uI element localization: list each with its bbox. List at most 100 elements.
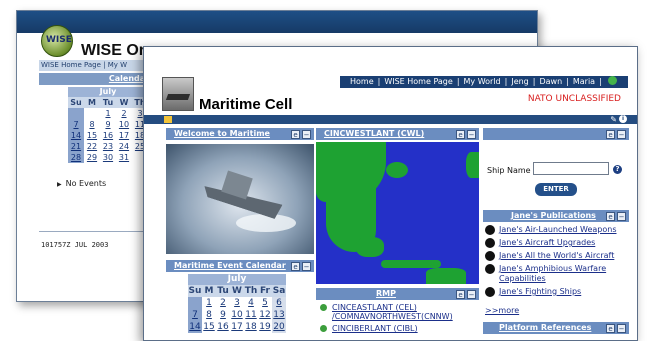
event-calendar-header: Maritime Event Calendar e − <box>166 260 314 272</box>
calendar-day[interactable]: 18 <box>244 321 258 333</box>
calendar-day[interactable]: 8 <box>84 119 100 130</box>
edit-icon[interactable]: e <box>456 130 465 139</box>
area-map[interactable] <box>316 142 479 284</box>
rmp-panel-title[interactable]: RMP <box>376 289 396 298</box>
calendar-day[interactable]: 30 <box>100 152 116 163</box>
rmp-link[interactable]: CINCIBERLANT (CIBL) <box>320 324 479 333</box>
nav-link[interactable]: My World <box>464 77 501 86</box>
minimize-icon[interactable]: − <box>467 130 476 139</box>
ship-search-header: e − <box>483 128 629 140</box>
calendar-day[interactable]: 17 <box>230 321 244 333</box>
page-title: Maritime Cell <box>199 96 293 113</box>
calendar-month[interactable]: July <box>68 87 148 97</box>
calendar-day[interactable]: 9 <box>100 119 116 130</box>
calendar-day[interactable]: 1 <box>202 297 216 309</box>
weekday-label: Su <box>68 97 84 108</box>
minimize-icon[interactable]: − <box>302 130 311 139</box>
calendar-day[interactable]: 13 <box>272 309 286 321</box>
more-link[interactable]: >>more <box>485 306 629 315</box>
publication-link[interactable]: Jane's Amphibious Warfare Capabilities <box>485 264 629 284</box>
calendar-day[interactable]: 21 <box>68 141 84 152</box>
calendar-day[interactable]: 14 <box>68 130 84 141</box>
calendar-day[interactable]: 4 <box>244 297 258 309</box>
calendar-day[interactable]: 2 <box>116 108 132 119</box>
calendar-day[interactable]: 22 <box>84 141 100 152</box>
publication-link[interactable]: Jane's Fighting Ships <box>485 287 629 297</box>
publications-list: Jane's Air-Launched Weapons Jane's Aircra… <box>483 225 629 297</box>
edit-icon[interactable]: e <box>291 262 300 271</box>
classification-banner: NATO UNCLASSIFIED <box>527 94 621 104</box>
calendar-day[interactable]: 15 <box>84 130 100 141</box>
weekday-label: Sa <box>272 285 286 297</box>
calendar-day[interactable]: 20 <box>272 321 286 333</box>
minimize-icon[interactable]: − <box>302 262 311 271</box>
calendar-day[interactable]: 23 <box>100 141 116 152</box>
tools-icon[interactable]: ✎ <box>610 115 617 124</box>
platform-references-title[interactable]: Platform References <box>499 323 591 332</box>
calendar-day[interactable]: 7 <box>68 119 84 130</box>
nav-separator: | <box>377 77 381 86</box>
calendar-day[interactable]: 16 <box>216 321 230 333</box>
weekday-label: Su <box>188 285 202 297</box>
calendar-day <box>84 108 100 119</box>
calendar-day[interactable]: 10 <box>230 309 244 321</box>
folder-icon[interactable] <box>164 116 172 123</box>
calendar-day[interactable]: 16 <box>100 130 116 141</box>
calendar-day[interactable]: 3 <box>230 297 244 309</box>
calendar-day[interactable]: 1 <box>100 108 116 119</box>
minimize-icon[interactable]: − <box>617 212 626 221</box>
calendar-day[interactable]: 24 <box>116 141 132 152</box>
nav-link[interactable]: Maria <box>573 77 595 86</box>
globe-icon <box>485 251 495 261</box>
welcome-panel-title[interactable]: Welcome to Maritime <box>174 129 270 138</box>
enter-button[interactable]: ENTER <box>535 183 577 196</box>
edit-icon[interactable]: e <box>606 212 615 221</box>
ship-name-input[interactable] <box>533 162 609 175</box>
edit-icon[interactable]: e <box>606 324 615 333</box>
window-titlebar[interactable] <box>17 11 537 33</box>
calendar-day[interactable]: 6 <box>272 297 286 309</box>
nav-link[interactable]: Home <box>350 77 374 86</box>
minimize-icon[interactable]: − <box>617 130 626 139</box>
publication-link[interactable]: Jane's Air-Launched Weapons <box>485 225 629 235</box>
calendar-day[interactable]: 28 <box>68 152 84 163</box>
nav-link[interactable]: Jeng <box>511 77 528 86</box>
calendar-day[interactable]: 14 <box>188 321 202 333</box>
calendar-day[interactable]: 19 <box>258 321 272 333</box>
publication-link[interactable]: Jane's Aircraft Upgrades <box>485 238 629 248</box>
events-status: No Events <box>57 179 107 188</box>
calendar-day <box>188 297 202 309</box>
edit-icon[interactable]: e <box>291 130 300 139</box>
calendar-day[interactable]: 17 <box>116 130 132 141</box>
ship-name-label: Ship Name <box>487 166 531 175</box>
calendar-day[interactable]: 7 <box>188 309 202 321</box>
calendar-day[interactable]: 12 <box>258 309 272 321</box>
edit-icon[interactable]: e <box>606 130 615 139</box>
nav-link[interactable]: WISE Home Page <box>384 77 452 86</box>
calendar-day[interactable]: 31 <box>116 152 132 163</box>
calendar-day[interactable]: 10 <box>116 119 132 130</box>
rmp-link[interactable]: CINCEASTLANT (CEL) /COMNAVNORTHWEST(CNNW… <box>320 303 479 321</box>
calendar-day[interactable]: 5 <box>258 297 272 309</box>
help-icon[interactable]: ? <box>613 165 622 174</box>
map-panel-title[interactable]: CINCWESTLANT (CWL) <box>324 129 424 138</box>
info-icon[interactable]: i <box>619 115 627 123</box>
calendar-month[interactable]: July <box>188 274 286 285</box>
globe-icon[interactable] <box>607 76 617 85</box>
calendar-day[interactable]: 9 <box>216 309 230 321</box>
calendar-day[interactable]: 2 <box>216 297 230 309</box>
minimize-icon[interactable]: − <box>467 290 476 299</box>
publication-link[interactable]: Jane's All the World's Aircraft <box>485 251 629 261</box>
calendar-day[interactable]: 15 <box>202 321 216 333</box>
calendar-day[interactable]: 8 <box>202 309 216 321</box>
middle-column: CINCWESTLANT (CWL) e − RMP e − CINCEASTLAN… <box>316 128 479 333</box>
globe-icon <box>485 225 495 235</box>
minimize-icon[interactable]: − <box>617 324 626 333</box>
publications-title[interactable]: Jane's Publications <box>511 211 596 220</box>
globe-icon <box>485 287 495 297</box>
event-calendar-title[interactable]: Maritime Event Calendar <box>174 261 286 270</box>
calendar-day[interactable]: 29 <box>84 152 100 163</box>
edit-icon[interactable]: e <box>456 290 465 299</box>
nav-link[interactable]: Dawn <box>539 77 562 86</box>
calendar-day[interactable]: 11 <box>244 309 258 321</box>
